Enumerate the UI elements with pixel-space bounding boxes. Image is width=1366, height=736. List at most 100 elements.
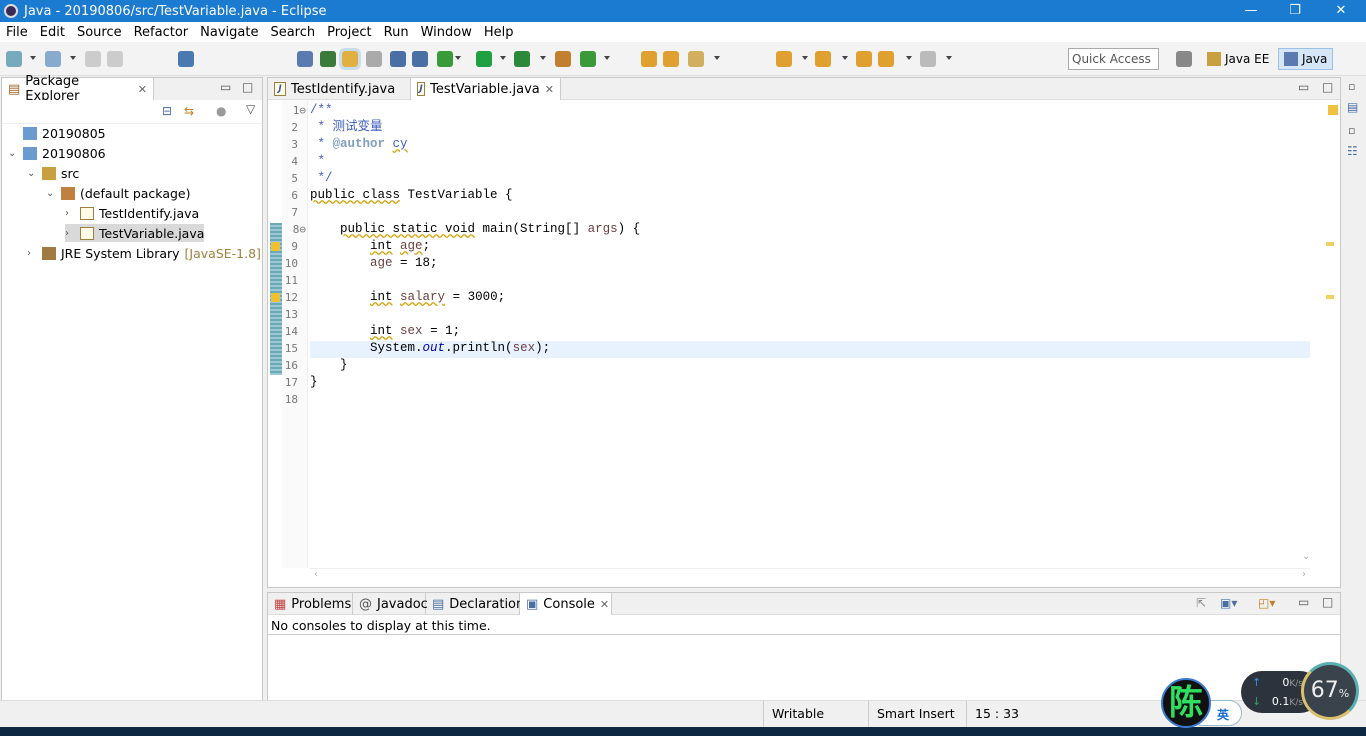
tree-item[interactable]: › TestVariable.java (65, 224, 205, 242)
menu-source[interactable]: Source (71, 25, 128, 40)
collapse-all-icon[interactable]: ⊟ (162, 104, 172, 118)
maximize-editor-icon[interactable]: □ (1322, 80, 1333, 94)
open-perspective-icon[interactable] (1176, 51, 1192, 67)
menu-help[interactable]: Help (478, 25, 520, 40)
code-line[interactable]: * (310, 153, 326, 170)
dropdown-arrow-icon[interactable] (500, 56, 506, 60)
open-console-icon[interactable]: ◰▾ (1258, 596, 1275, 610)
code-line[interactable]: public class TestVariable { (310, 187, 513, 204)
open-folder-icon[interactable] (641, 51, 657, 67)
close-button[interactable]: ✕ (1318, 0, 1364, 22)
quick-access-input[interactable]: Quick Access (1068, 48, 1159, 70)
last-edit-icon[interactable] (856, 51, 872, 67)
minimize-view-icon[interactable]: ▭ (220, 80, 231, 94)
word-wrap-icon[interactable] (366, 51, 382, 67)
pin-console-icon[interactable]: ⇱ (1196, 596, 1206, 610)
maximize-console-icon[interactable]: □ (1322, 595, 1333, 609)
maximize-view-icon[interactable]: □ (242, 80, 253, 94)
run-icon[interactable] (476, 51, 492, 67)
view-menu-icon[interactable]: ▽ (246, 102, 255, 116)
dropdown-arrow-icon[interactable] (714, 56, 720, 60)
code-line[interactable]: int salary = 3000; (310, 289, 505, 306)
tab-package-explorer[interactable]: ▤ Package Explorer ✕ (2, 74, 154, 104)
warning-icon[interactable] (271, 242, 280, 251)
horizontal-scrollbar[interactable]: ‹ › (310, 568, 1310, 584)
chevron-down-icon[interactable]: ⌄ (46, 188, 56, 199)
tree-item[interactable]: › JRE System Library [JavaSE-1.8] (27, 244, 261, 262)
task-list-icon[interactable]: ▤ (1347, 100, 1358, 114)
code-line[interactable]: age = 18; (310, 255, 438, 272)
display-console-icon[interactable]: ▣▾ (1220, 596, 1237, 610)
code-line[interactable]: int sex = 1; (310, 323, 460, 340)
dropdown-arrow-icon[interactable] (540, 56, 546, 60)
tree-item[interactable]: 20190805 (8, 124, 106, 142)
code-line[interactable]: } (310, 374, 318, 391)
block-select-icon[interactable] (390, 51, 406, 67)
avatar[interactable]: 陈 (1161, 678, 1211, 728)
dropdown-arrow-icon[interactable] (455, 56, 461, 60)
restore-icon[interactable]: ▫ (1348, 80, 1355, 93)
dropdown-arrow-icon[interactable] (604, 56, 610, 60)
terminal-icon[interactable] (178, 51, 194, 67)
dropdown-arrow-icon[interactable] (946, 56, 952, 60)
warning-icon[interactable] (271, 293, 280, 302)
save-icon[interactable] (85, 51, 101, 67)
dropdown-arrow-icon[interactable] (70, 56, 76, 60)
show-whitespace-icon[interactable] (412, 51, 428, 67)
save-all-icon[interactable] (107, 51, 123, 67)
link-with-editor-icon[interactable]: ⇆ (184, 104, 194, 118)
menu-project[interactable]: Project (321, 25, 377, 40)
coverage-icon[interactable] (514, 51, 530, 67)
chevron-down-icon[interactable]: ⌄ (8, 148, 18, 159)
prev-annotation-icon[interactable] (815, 51, 831, 67)
menu-search[interactable]: Search (264, 25, 321, 40)
tab-testidentify-java[interactable]: J TestIdentify.java (268, 78, 411, 100)
menu-edit[interactable]: Edit (34, 25, 71, 40)
restore-icon[interactable]: ▫ (1348, 124, 1355, 137)
dropdown-arrow-icon[interactable] (802, 56, 808, 60)
perspective-java[interactable]: Java (1278, 48, 1334, 70)
chevron-right-icon[interactable]: › (27, 248, 37, 259)
close-icon[interactable]: ✕ (138, 83, 147, 96)
scroll-down-icon[interactable]: ⌄ (1302, 551, 1310, 562)
chevron-right-icon[interactable]: › (65, 208, 75, 219)
code-line[interactable]: /** (310, 102, 333, 119)
menu-navigate[interactable]: Navigate (194, 25, 264, 40)
warning-marker[interactable] (1326, 295, 1334, 299)
code-line[interactable]: */ (310, 170, 333, 187)
tree-item[interactable]: ⌄ (default package) (46, 184, 190, 202)
perspective-java-ee[interactable]: Java EE (1202, 48, 1274, 70)
tab-declaration[interactable]: ▤ Declaration (426, 593, 524, 615)
outline-icon[interactable]: ☷ (1347, 144, 1358, 158)
minimize-editor-icon[interactable]: ▭ (1298, 80, 1309, 94)
menu-refactor[interactable]: Refactor (128, 25, 195, 40)
tab-console[interactable]: ▣ Console ✕ (520, 593, 612, 615)
code-line[interactable]: int age; (310, 238, 430, 255)
menu-run[interactable]: Run (378, 25, 415, 40)
tree-item[interactable]: ⌄ 20190806 (8, 144, 106, 162)
dropdown-arrow-icon[interactable] (30, 56, 36, 60)
open-type-icon[interactable] (320, 51, 336, 67)
dropdown-arrow-icon[interactable] (842, 56, 848, 60)
warning-marker[interactable] (1326, 242, 1334, 246)
toggle-highlight-icon[interactable] (339, 48, 361, 70)
tree-item[interactable]: ⌄ src (27, 164, 79, 182)
debug-icon[interactable] (437, 51, 453, 67)
minimize-console-icon[interactable]: ▭ (1298, 595, 1309, 609)
toggle-mark-icon[interactable] (297, 51, 313, 67)
code-line[interactable]: System.out.println(sex); (310, 340, 550, 357)
refresh-icon[interactable] (580, 51, 596, 67)
code-line[interactable]: public static void main(String[] args) { (310, 221, 640, 238)
code-line[interactable]: * @author cy (310, 136, 408, 153)
tab-problems[interactable]: ▦ Problems (268, 593, 353, 615)
close-icon[interactable]: ✕ (545, 83, 554, 96)
forward-icon[interactable] (920, 51, 936, 67)
minimize-button[interactable]: — (1228, 0, 1274, 22)
new-icon[interactable] (6, 51, 22, 67)
focus-icon[interactable]: ● (216, 104, 226, 118)
maximize-button[interactable]: ❐ (1272, 0, 1318, 22)
new-class-icon[interactable] (45, 51, 61, 67)
chevron-down-icon[interactable]: ⌄ (27, 168, 37, 179)
close-icon[interactable]: ✕ (600, 598, 609, 611)
open-project-icon[interactable] (663, 51, 679, 67)
